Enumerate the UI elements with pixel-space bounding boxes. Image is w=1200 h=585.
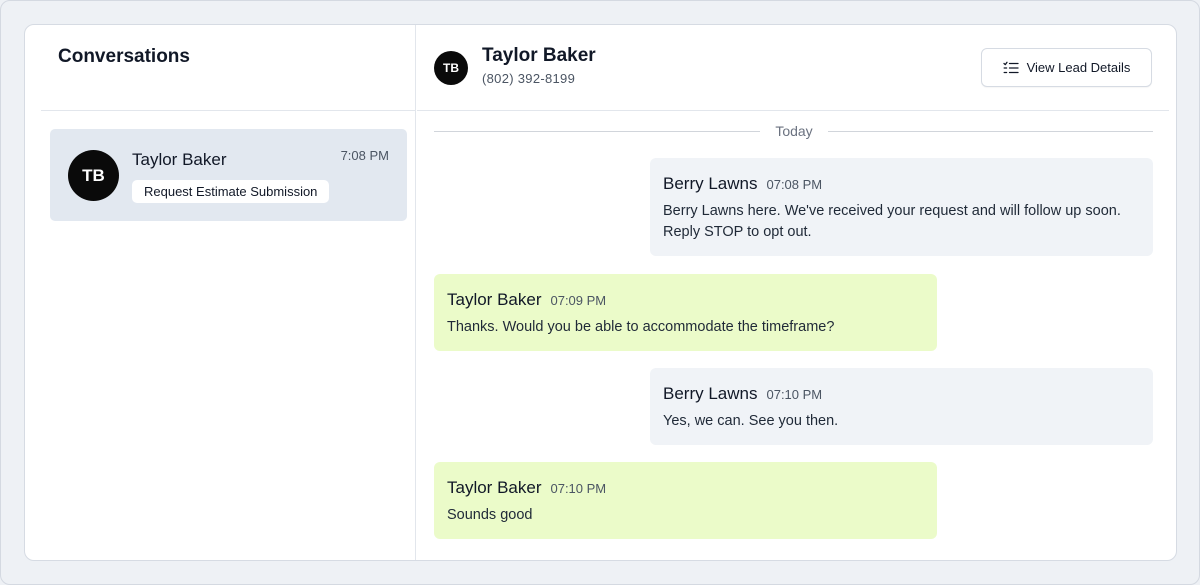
list-icon <box>1002 61 1019 73</box>
message-time: 07:08 PM <box>766 177 823 192</box>
date-divider-line-right <box>828 131 1153 132</box>
conversations-panel: Conversations TB Taylor Baker 7:08 PM Re… <box>25 25 416 560</box>
conversations-header: Conversations <box>41 25 416 111</box>
conversations-title: Conversations <box>58 46 190 67</box>
message-sender: Taylor Baker <box>447 290 542 309</box>
messaging-card: Conversations TB Taylor Baker 7:08 PM Re… <box>24 24 1177 561</box>
chat-panel: TB Taylor Baker (802) 392-8199 View Lead… <box>417 25 1176 560</box>
message-sender: Berry Lawns <box>663 384 758 403</box>
conversation-item[interactable]: TB Taylor Baker 7:08 PM Request Estimate… <box>50 129 407 221</box>
chat-header: TB Taylor Baker (802) 392-8199 View Lead… <box>417 25 1169 111</box>
message-text: Berry Lawns here. We've received your re… <box>663 203 1121 240</box>
view-lead-details-label: View Lead Details <box>1026 60 1131 75</box>
contact-name: Taylor Baker <box>482 45 596 66</box>
date-divider-label: Today <box>775 123 813 139</box>
message-bubble-outgoing: Berry Lawns 07:10 PM Yes, we can. See yo… <box>650 368 1153 445</box>
conversation-tag-badge: Request Estimate Submission <box>132 180 330 203</box>
message-bubble-incoming: Taylor Baker 07:09 PM Thanks. Would you … <box>434 274 937 351</box>
message-bubble-incoming: Taylor Baker 07:10 PM Sounds good <box>434 462 937 539</box>
contact-avatar: TB <box>434 51 468 85</box>
avatar: TB <box>68 150 119 201</box>
message-time: 07:10 PM <box>766 387 823 402</box>
message-bubble-outgoing: Berry Lawns 07:08 PM Berry Lawns here. W… <box>650 158 1153 256</box>
message-sender: Taylor Baker <box>447 478 542 497</box>
message-text: Yes, we can. See you then. <box>663 413 839 429</box>
message-text: Thanks. Would you be able to accommodate… <box>447 319 835 335</box>
message-text: Sounds good <box>447 507 533 523</box>
date-divider-line-left <box>434 131 760 132</box>
message-time: 07:09 PM <box>550 293 607 308</box>
message-sender: Berry Lawns <box>663 174 758 193</box>
conversation-time: 7:08 PM <box>340 148 389 163</box>
message-time: 07:10 PM <box>550 481 607 496</box>
conversation-name: Taylor Baker <box>132 150 227 169</box>
contact-phone: (802) 392-8199 <box>482 71 576 86</box>
view-lead-details-button[interactable]: View Lead Details <box>981 48 1152 87</box>
